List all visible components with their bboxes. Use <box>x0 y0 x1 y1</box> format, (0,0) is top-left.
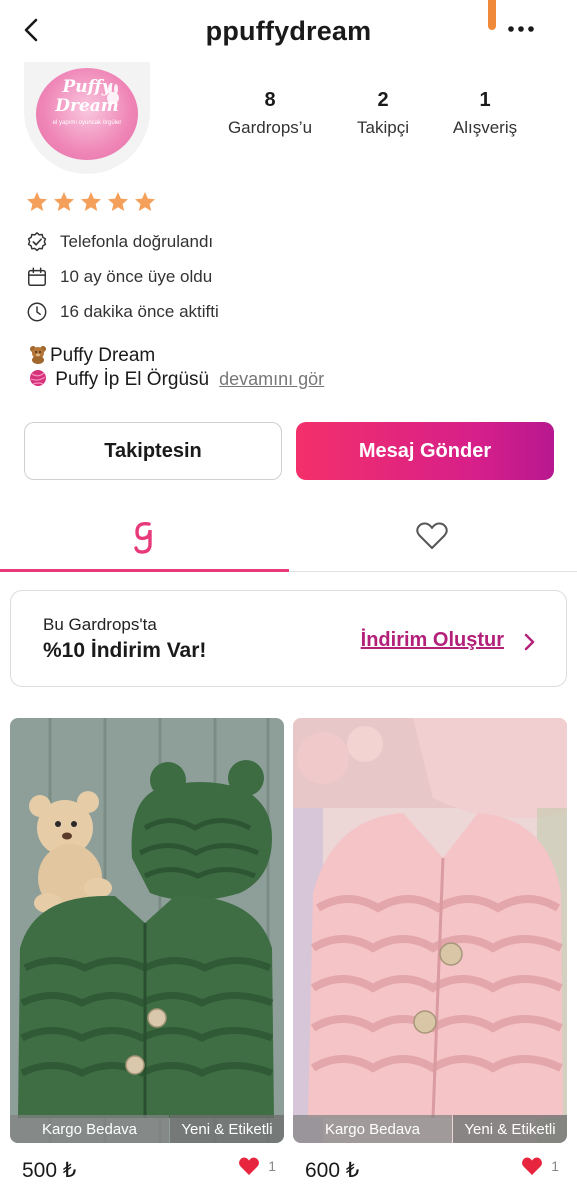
star-icon <box>135 192 155 211</box>
star-icon <box>27 192 47 211</box>
like-button[interactable]: 1 <box>521 1156 559 1176</box>
tab-wardrobe[interactable] <box>0 500 288 572</box>
top-bar: ppuffydream <box>0 0 577 62</box>
stat-label: Takipçi <box>357 118 409 137</box>
more-horizontal-icon <box>508 26 534 32</box>
green-knit-vest-image <box>10 718 284 1143</box>
pink-knit-vest-image <box>293 718 567 1143</box>
stat-purchases[interactable]: 1 Alışveriş <box>448 88 522 140</box>
like-count: 1 <box>268 1158 276 1174</box>
following-button[interactable]: Takiptesin <box>24 422 282 480</box>
product-image[interactable]: Kargo Bedava Yeni & Etiketli <box>293 718 567 1143</box>
like-count: 1 <box>551 1158 559 1174</box>
create-discount-link[interactable]: İndirim Oluştur <box>361 629 504 652</box>
info-last-active: 16 dakika önce aktifti <box>26 300 219 324</box>
stat-wardrobe[interactable]: 8 Gardrops’u <box>224 88 316 140</box>
stat-followers[interactable]: 2 Takipçi <box>350 88 416 140</box>
promo-headline: %10 İndirim Var! <box>43 639 207 662</box>
product-price: 500 ₺ <box>22 1159 77 1182</box>
stat-label: Alışveriş <box>452 118 518 137</box>
bio-text: Puffy İp El Örgüsü <box>55 369 210 390</box>
free-shipping-badge: Kargo Bedava <box>10 1115 169 1143</box>
send-message-button[interactable]: Mesaj Gönder <box>296 422 554 480</box>
product-card[interactable]: Kargo Bedava Yeni & Etiketli 500 ₺ 1 <box>10 718 284 1189</box>
info-member-since: 10 ay önce üye oldu <box>26 265 212 289</box>
bio-text: Puffy Dream <box>50 345 156 366</box>
verified-check-icon <box>27 232 47 252</box>
new-with-tags-badge: Yeni & Etiketli <box>453 1115 567 1143</box>
stat-value: 8 <box>264 89 276 111</box>
info-text: 16 dakika önce aktifti <box>60 302 219 321</box>
info-phone-verified: Telefonla doğrulandı <box>26 230 213 254</box>
heart-filled-icon <box>239 1157 260 1175</box>
product-card[interactable]: Kargo Bedava Yeni & Etiketli 600 ₺ 1 <box>293 718 567 1189</box>
decorative-mark <box>488 0 496 30</box>
read-more-link[interactable]: devamını gör <box>219 369 324 389</box>
tab-favorites[interactable] <box>288 500 576 572</box>
bunny-icon <box>107 84 119 104</box>
calendar-icon <box>28 267 46 286</box>
product-price: 600 ₺ <box>305 1159 360 1182</box>
heart-outline-icon <box>416 522 448 549</box>
logo-text: Puffy Dream <box>55 77 119 116</box>
clock-icon <box>27 302 47 322</box>
info-text: Telefonla doğrulandı <box>60 232 214 251</box>
discount-banner[interactable]: Bu Gardrops'ta %10 İndirim Var! İndirim … <box>10 590 567 687</box>
new-with-tags-badge: Yeni & Etiketli <box>170 1115 284 1143</box>
bio-line-1: Puffy Dream <box>28 344 155 367</box>
promo-caption: Bu Gardrops'ta <box>43 615 157 634</box>
star-icon <box>108 192 128 211</box>
product-image[interactable]: Kargo Bedava Yeni & Etiketli <box>10 718 284 1143</box>
heart-filled-icon <box>522 1157 543 1175</box>
like-button[interactable]: 1 <box>238 1156 276 1176</box>
yarn-ball-icon <box>30 370 46 386</box>
more-options-button[interactable] <box>505 17 539 41</box>
stat-value: 2 <box>377 89 389 111</box>
profile-tabs <box>0 500 577 572</box>
rating-stars[interactable] <box>24 190 158 214</box>
free-shipping-badge: Kargo Bedava <box>293 1115 452 1143</box>
star-icon <box>81 192 101 211</box>
info-text: 10 ay önce üye oldu <box>60 267 213 286</box>
brand-logo: Puffy Dream el yapımı oyuncak örgüler <box>36 68 138 160</box>
star-icon <box>54 192 74 211</box>
avatar[interactable]: Puffy Dream el yapımı oyuncak örgüler <box>24 62 150 174</box>
active-tab-indicator <box>0 569 289 572</box>
stat-label: Gardrops’u <box>227 118 313 137</box>
logo-subtext: el yapımı oyuncak örgüler <box>52 120 122 126</box>
teddy-bear-icon <box>30 346 46 364</box>
bio-line-2: Puffy İp El Örgüsü devamını gör <box>28 368 324 391</box>
chevron-right-icon[interactable] <box>520 631 538 653</box>
stat-value: 1 <box>479 89 491 111</box>
gardrops-logo-icon <box>134 521 152 554</box>
